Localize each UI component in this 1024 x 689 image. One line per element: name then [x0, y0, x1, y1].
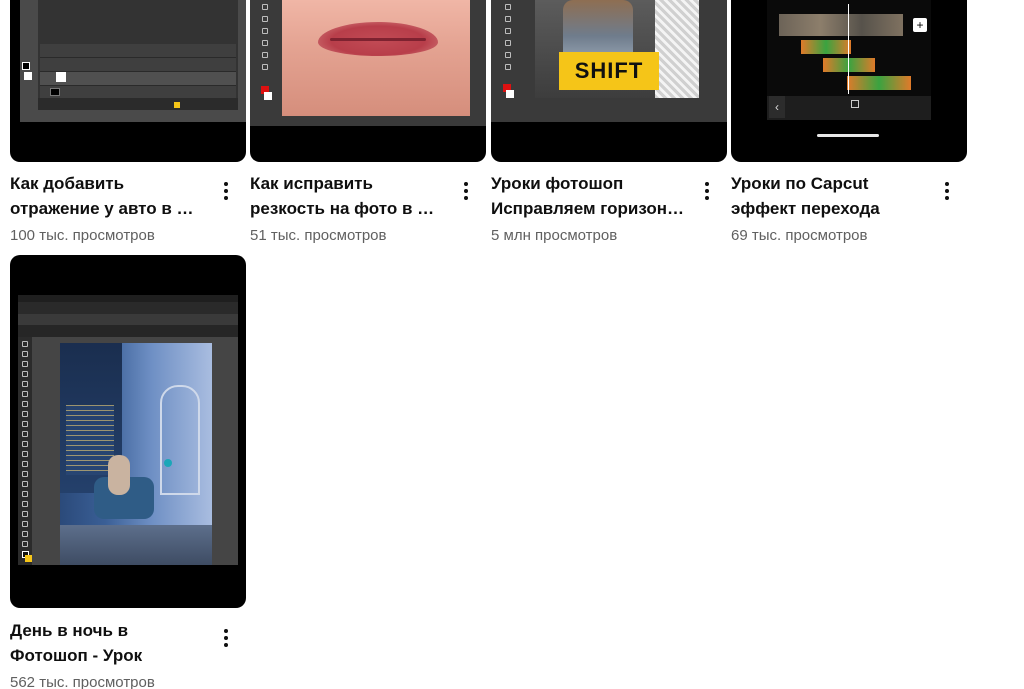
video-views-1: 100 тыс. просмотров — [10, 227, 155, 244]
more-vert-icon[interactable] — [454, 177, 478, 205]
video-title-4-line2[interactable]: эффект перехода — [731, 196, 927, 221]
more-vert-icon[interactable] — [214, 177, 238, 205]
video-card-5[interactable]: День в ночь в Фотошоп - Урок 562 тыс. пр… — [10, 255, 246, 689]
video-views-5: 562 тыс. просмотров — [10, 674, 155, 689]
video-title-5-line2[interactable]: Фотошоп - Урок — [10, 643, 206, 668]
video-views-4: 69 тыс. просмотров — [731, 227, 868, 244]
video-card-2[interactable]: Как исправить резкость на фото в … 51 ты… — [250, 0, 486, 250]
video-thumbnail-3[interactable]: SHIFT — [491, 0, 727, 162]
video-title-4[interactable]: Уроки по Capcut — [731, 171, 927, 196]
video-thumbnail-2[interactable] — [250, 0, 486, 162]
video-title-2-line2[interactable]: резкость на фото в … — [250, 196, 446, 221]
video-card-1[interactable]: Как добавить отражение у авто в … 100 ты… — [10, 0, 246, 250]
video-title-3-line2[interactable]: Исправляем горизон… — [491, 196, 687, 221]
video-thumbnail-5[interactable] — [10, 255, 246, 608]
video-thumbnail-4[interactable]: + ‹ — [731, 0, 967, 162]
video-card-4[interactable]: + ‹ Уроки по Capcut эффект перехода 69 т… — [731, 0, 967, 250]
video-title-2[interactable]: Как исправить — [250, 171, 446, 196]
video-views-2: 51 тыс. просмотров — [250, 227, 387, 244]
video-title-3[interactable]: Уроки фотошоп — [491, 171, 687, 196]
thumbnail-shift-badge: SHIFT — [559, 52, 659, 90]
video-title-5[interactable]: День в ночь в — [10, 618, 206, 643]
video-card-3[interactable]: SHIFT Уроки фотошоп Исправляем горизон… … — [491, 0, 727, 250]
more-vert-icon[interactable] — [214, 624, 238, 652]
more-vert-icon[interactable] — [935, 177, 959, 205]
video-thumbnail-1[interactable] — [10, 0, 246, 162]
video-views-3: 5 млн просмотров — [491, 227, 618, 244]
more-vert-icon[interactable] — [695, 177, 719, 205]
video-title-1-line2[interactable]: отражение у авто в … — [10, 196, 206, 221]
video-title-1[interactable]: Как добавить — [10, 171, 206, 196]
